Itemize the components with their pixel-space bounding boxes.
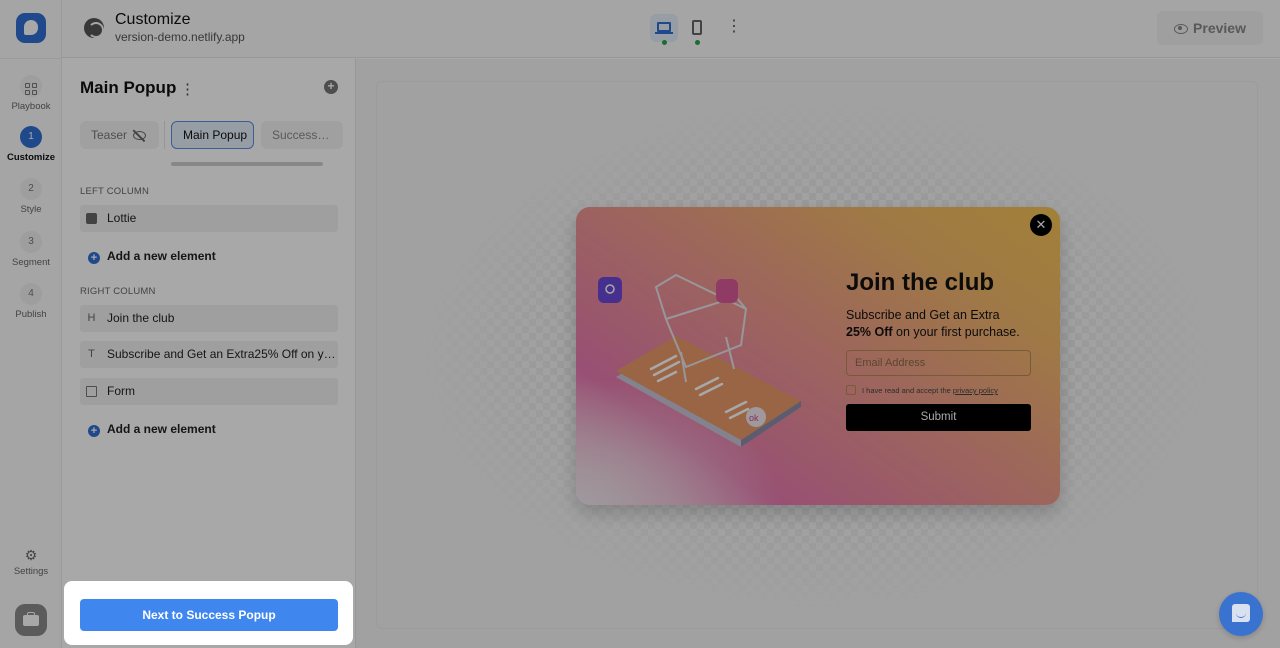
form-icon	[86, 386, 97, 397]
tab-teaser[interactable]: Teaser	[80, 121, 159, 149]
preview-label: Preview	[1193, 20, 1246, 36]
rail-item-label: Playbook	[11, 101, 51, 112]
popup-preview[interactable]: ok ✕ Join the club Subscribe and Get an …	[576, 207, 1060, 505]
phone-icon	[692, 20, 702, 35]
more-options-icon[interactable]: ⋮	[726, 19, 742, 35]
page-title: Customize	[115, 11, 191, 28]
site-url: version-demo.netlify.app	[115, 30, 245, 44]
svg-text:ok: ok	[749, 413, 759, 423]
submit-button[interactable]: Submit	[846, 404, 1031, 431]
playbook-icon	[20, 75, 42, 97]
privacy-policy-link[interactable]: privacy policy	[953, 386, 998, 395]
desktop-view-button[interactable]	[650, 14, 678, 45]
search-bubble	[598, 277, 622, 303]
subtitle-text: on your first purchase.	[892, 325, 1020, 339]
status-dot	[695, 40, 700, 45]
tab-main-popup[interactable]: Main Popup	[171, 121, 254, 149]
preview-stage: ok ✕ Join the club Subscribe and Get an …	[376, 81, 1258, 629]
tab-label: Teaser	[91, 128, 128, 142]
left-rail: Playbook 1 Customize 2 Style 3 Segment 4…	[0, 0, 62, 648]
consent-row: I have read and accept the privacy polic…	[846, 385, 998, 395]
rail-item-publish[interactable]: 4 Publish	[0, 283, 62, 320]
rail-item-label: Publish	[15, 309, 47, 320]
briefcase-icon[interactable]	[15, 604, 47, 636]
consent-text: I have read and accept the	[862, 386, 953, 395]
email-input[interactable]	[846, 350, 1031, 376]
editor-panel: Main Popup ⋮ + Teaser Main Popup Success…	[62, 59, 356, 648]
gear-icon: ⚙	[24, 547, 38, 563]
left-column-label: LEFT COLUMN	[80, 186, 150, 197]
step-badge: 3	[20, 231, 42, 253]
rail-item-style[interactable]: 2 Style	[0, 178, 62, 215]
right-column-label: RIGHT COLUMN	[80, 286, 156, 297]
tab-success-popup[interactable]: Success Po...	[261, 121, 343, 149]
add-element-left-button[interactable]: + Add a new element	[88, 249, 216, 264]
laptop-icon	[655, 22, 673, 34]
consent-checkbox[interactable]	[846, 385, 856, 395]
add-popup-icon[interactable]: +	[324, 80, 338, 94]
step-badge: 1	[20, 126, 42, 148]
plus-circle-icon: +	[88, 252, 100, 264]
rail-item-label: Customize	[6, 152, 56, 163]
divider	[164, 121, 165, 149]
shop-bubble	[716, 279, 738, 303]
rail-item-playbook[interactable]: Playbook	[0, 75, 62, 112]
status-dot	[662, 40, 667, 45]
heading-icon: H	[87, 312, 96, 324]
spotlight-highlight: Next to Success Popup	[64, 581, 353, 645]
element-label: Form	[107, 384, 135, 398]
globe-icon	[84, 18, 104, 38]
rail-item-label: Style	[20, 204, 42, 215]
chat-support-icon[interactable]	[1219, 592, 1263, 636]
element-label: Join the club	[107, 311, 175, 325]
subtitle-text: Subscribe and Get an Extra	[846, 308, 1000, 322]
element-row-form[interactable]: Form	[80, 378, 338, 405]
next-to-success-popup-button[interactable]: Next to Success Popup	[80, 599, 338, 631]
element-label: Subscribe and Get an Extra25% Off on you…	[107, 347, 338, 361]
rail-item-settings[interactable]: ⚙ Settings	[0, 548, 62, 577]
tabs-scrollbar[interactable]	[171, 162, 323, 166]
panel-title: Main Popup	[80, 78, 177, 97]
shopping-cart-illustration: ok	[598, 273, 801, 447]
preview-canvas: ok ✕ Join the club Subscribe and Get an …	[356, 59, 1280, 648]
popup-subtitle: Subscribe and Get an Extra 25% Off on yo…	[846, 307, 1020, 341]
top-header: Customize version-demo.netlify.app ⋮ Pre…	[62, 0, 1280, 58]
rail-item-customize[interactable]: 1 Customize	[0, 126, 62, 163]
step-badge: 2	[20, 178, 42, 200]
lottie-icon	[86, 213, 97, 224]
app-logo[interactable]	[16, 13, 46, 43]
plus-circle-icon: +	[88, 425, 100, 437]
element-row-text[interactable]: T Subscribe and Get an Extra25% Off on y…	[80, 341, 338, 368]
divider	[0, 58, 62, 59]
settings-label: Settings	[13, 566, 49, 577]
add-element-label: Add a new element	[107, 249, 216, 263]
step-badge: 4	[20, 283, 42, 305]
close-icon[interactable]: ✕	[1030, 214, 1052, 236]
text-icon: T	[88, 348, 95, 360]
popup-title: Join the club	[846, 269, 995, 296]
rail-item-segment[interactable]: 3 Segment	[0, 231, 62, 268]
rail-item-label: Segment	[11, 257, 51, 268]
eye-icon	[1174, 24, 1189, 34]
element-row-heading[interactable]: H Join the club	[80, 305, 338, 332]
discount-text: 25% Off	[846, 325, 893, 339]
mobile-view-button[interactable]	[683, 14, 711, 45]
preview-button[interactable]: Preview	[1157, 11, 1263, 45]
add-element-label: Add a new element	[107, 422, 216, 436]
element-row-lottie[interactable]: Lottie	[80, 205, 338, 232]
add-element-right-button[interactable]: + Add a new element	[88, 422, 216, 437]
element-label: Lottie	[107, 211, 137, 225]
panel-more-icon[interactable]: ⋮	[180, 80, 195, 98]
eye-off-icon	[133, 131, 147, 140]
